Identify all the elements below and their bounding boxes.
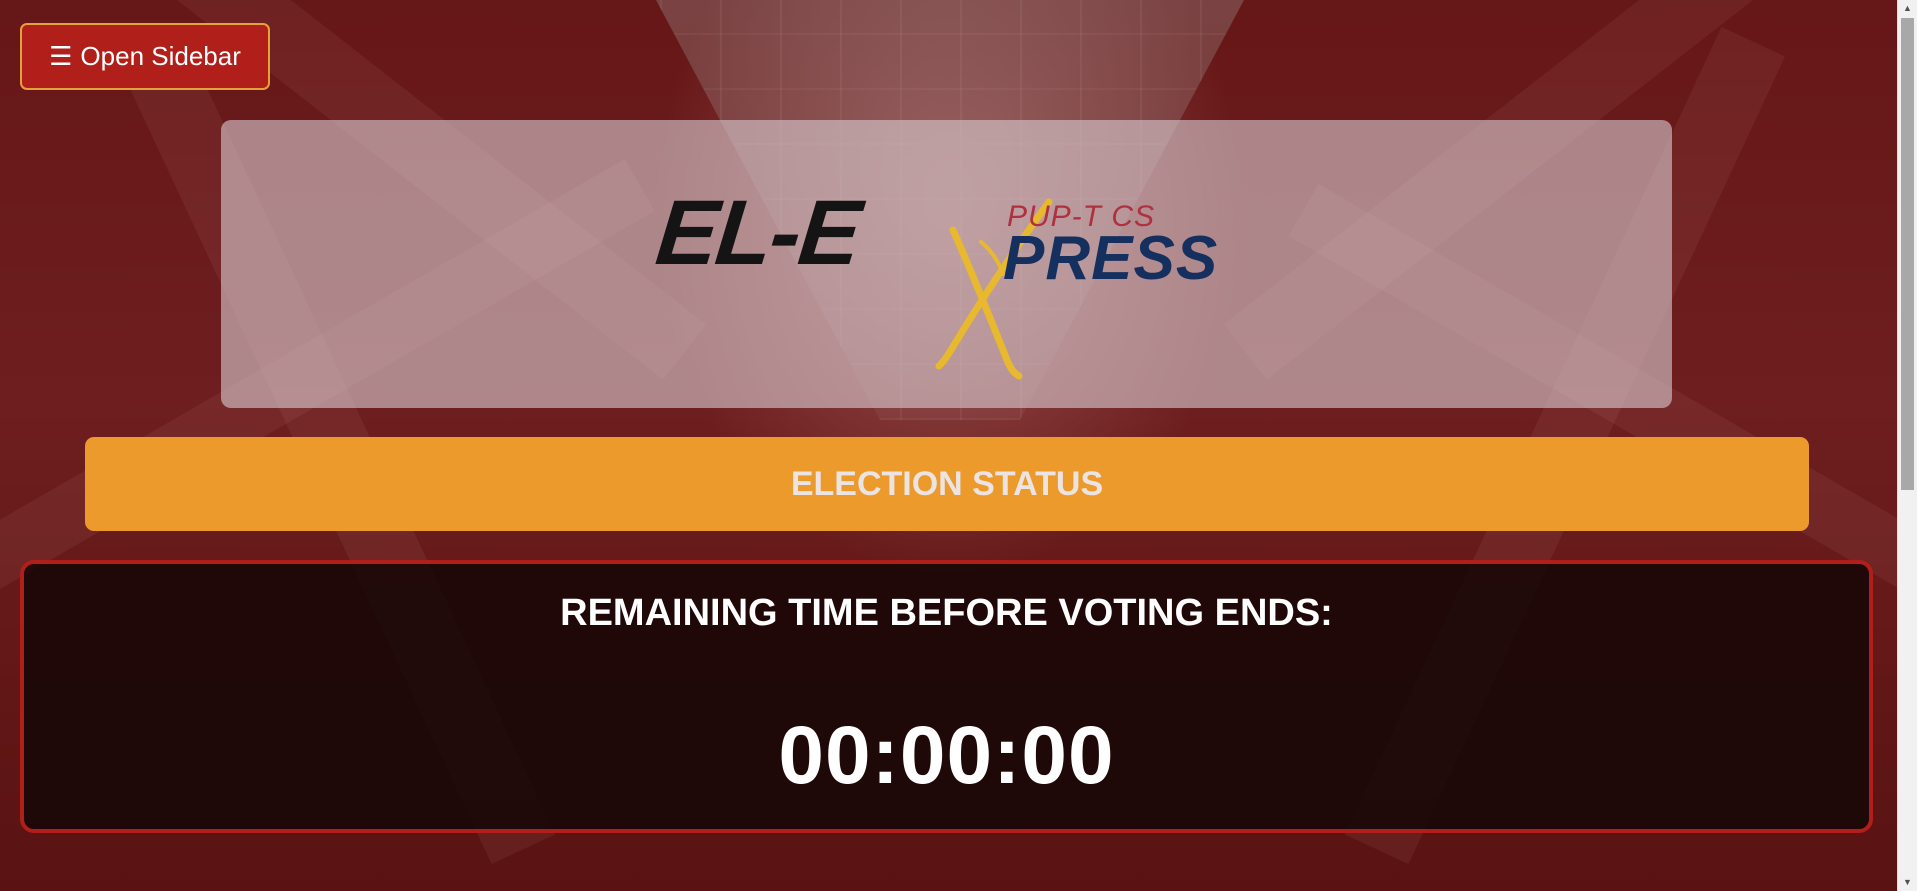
scrollbar-thumb[interactable]: [1901, 18, 1914, 490]
open-sidebar-button[interactable]: ☰ Open Sidebar: [20, 23, 270, 90]
election-status-title: ELECTION STATUS: [790, 464, 1104, 503]
countdown-label: REMAINING TIME BEFORE VOTING ENDS:: [560, 592, 1333, 634]
hamburger-menu-icon: ☰: [49, 41, 73, 71]
open-sidebar-label: Open Sidebar: [80, 41, 241, 71]
vertical-scrollbar[interactable]: ▲ ▼: [1897, 0, 1917, 891]
countdown-panel: REMAINING TIME BEFORE VOTING ENDS: 00:00…: [20, 560, 1873, 833]
el-express-logo: EL-E PUP-T CS PRESS: [652, 150, 1221, 380]
logo-panel: EL-E PUP-T CS PRESS: [221, 120, 1672, 408]
logo-press-text: PRESS: [1003, 224, 1219, 293]
scroll-up-arrow-icon[interactable]: ▲: [1898, 0, 1917, 17]
logo-main-text: EL-E: [651, 182, 864, 284]
countdown-timer: 00:00:00: [778, 710, 1115, 801]
election-status-bar: ELECTION STATUS: [85, 437, 1809, 531]
scroll-down-arrow-icon[interactable]: ▼: [1898, 874, 1917, 891]
